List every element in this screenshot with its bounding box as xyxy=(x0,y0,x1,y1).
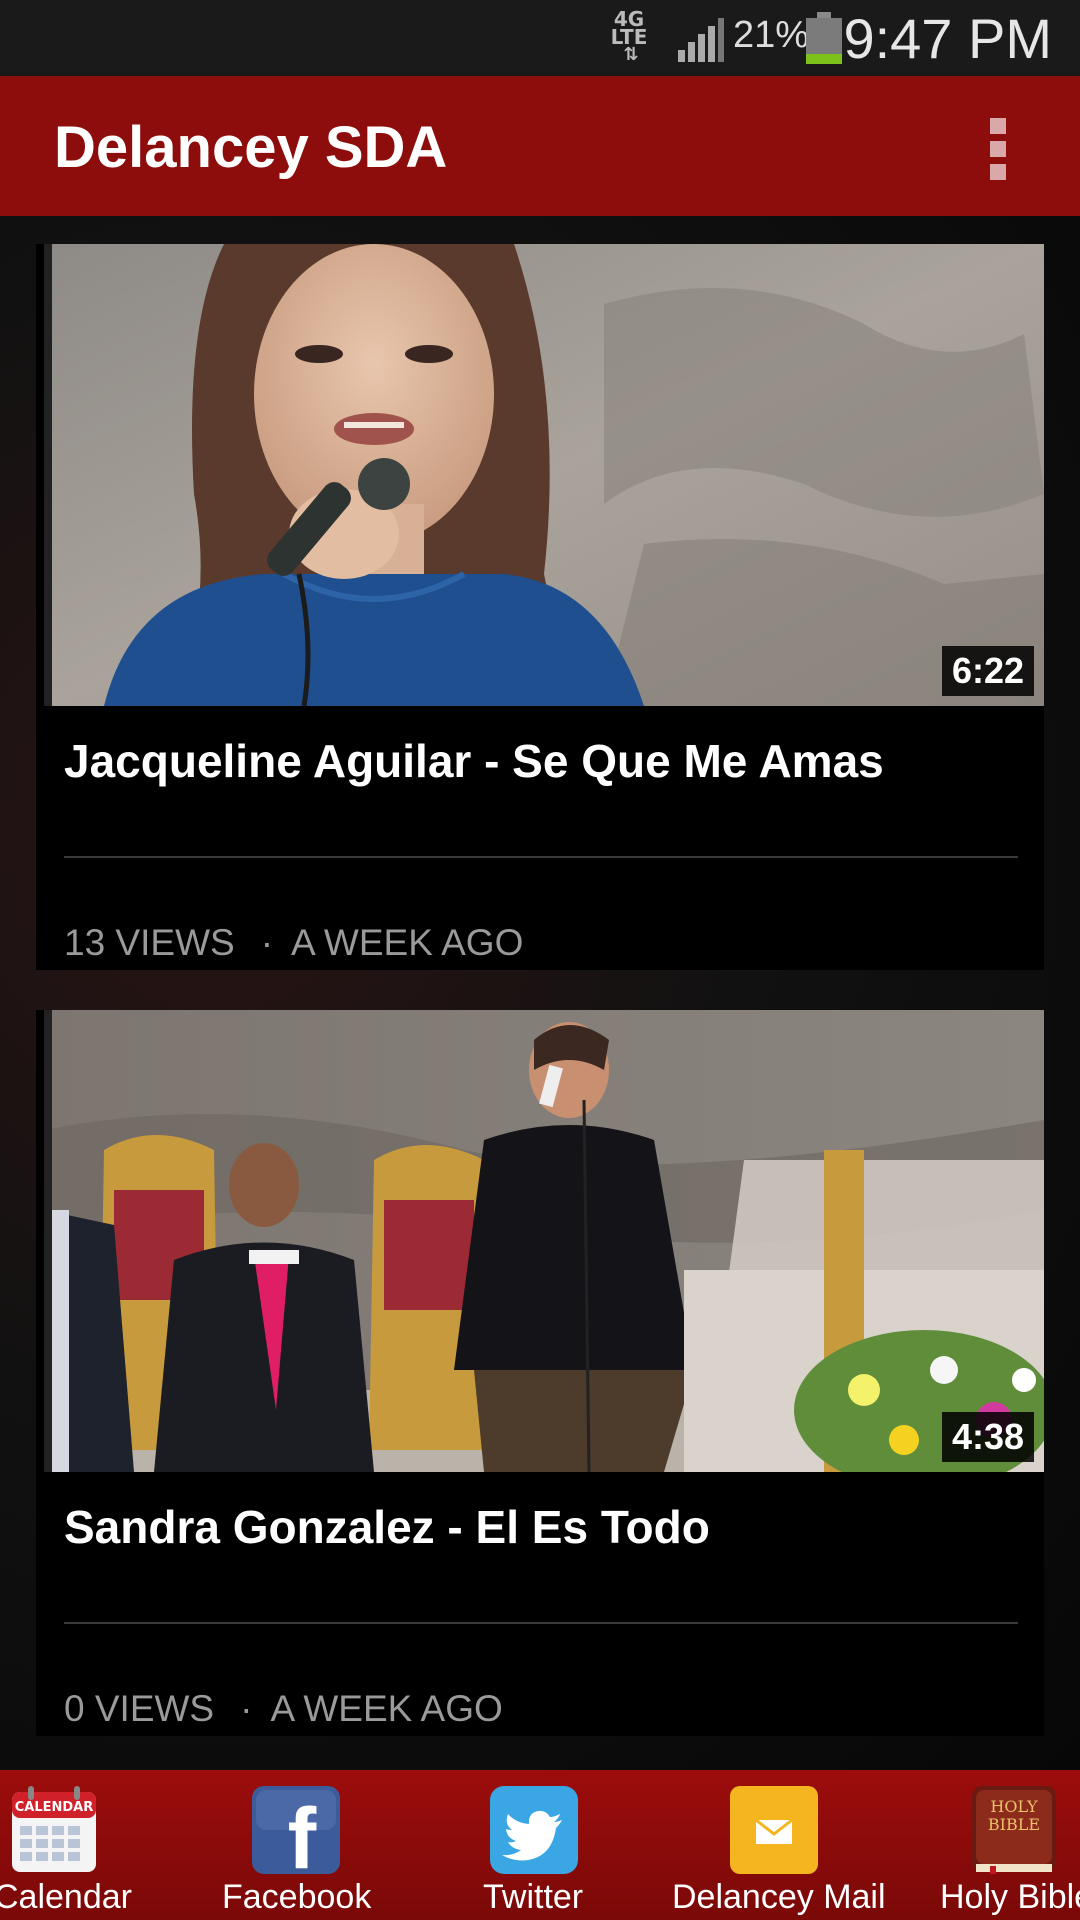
divider xyxy=(64,856,1018,858)
video-card[interactable]: 4:38 Sandra Gonzalez - El Es Todo 0 VIEW… xyxy=(36,1010,1044,1736)
video-thumbnail-image xyxy=(44,1010,1044,1472)
nav-item-holy-bible[interactable]: HOLY BIBLE Holy Bible xyxy=(936,1770,1080,1920)
nav-item-twitter[interactable]: Twitter xyxy=(460,1770,610,1920)
bottom-nav: CALENDAR Calendar f Facebook Twitter Del… xyxy=(0,1770,1080,1920)
bible-icon-text: HOLY BIBLE xyxy=(988,1797,1040,1834)
video-thumbnail-image xyxy=(44,244,1044,706)
video-duration: 4:38 xyxy=(941,1412,1034,1462)
nav-label: Calendar xyxy=(0,1878,132,1916)
meta-separator: · xyxy=(240,1688,253,1729)
nav-label: Facebook xyxy=(222,1878,372,1916)
nav-label: Holy Bible xyxy=(940,1878,1080,1916)
video-title[interactable]: Sandra Gonzalez - El Es Todo xyxy=(64,1500,710,1554)
meta-separator: · xyxy=(260,922,274,963)
twitter-icon xyxy=(490,1786,578,1874)
upload-age: A WEEK AGO xyxy=(291,922,524,963)
calendar-icon-text: CALENDAR xyxy=(15,1800,94,1815)
nav-label: Twitter xyxy=(483,1878,584,1916)
video-list[interactable]: 6:22 Jacqueline Aguilar - Se Que Me Amas… xyxy=(0,216,1080,1770)
facebook-icon: f xyxy=(252,1786,340,1874)
divider xyxy=(64,1622,1018,1624)
view-count: 0 VIEWS xyxy=(64,1688,215,1729)
video-thumbnail[interactable]: 6:22 xyxy=(44,244,1044,706)
video-meta: 13 VIEWS · A WEEK AGO xyxy=(64,922,523,964)
signal-icon xyxy=(678,18,724,62)
status-bar: 4G LTE ⇅ 21% 9:47 PM xyxy=(0,0,1080,76)
video-card[interactable]: 6:22 Jacqueline Aguilar - Se Que Me Amas… xyxy=(36,244,1044,970)
battery-fill xyxy=(806,54,842,64)
battery-icon xyxy=(806,12,842,64)
nav-label: Delancey Mail xyxy=(672,1878,886,1916)
video-meta: 0 VIEWS · A WEEK AGO xyxy=(64,1688,503,1730)
nav-item-facebook[interactable]: f Facebook xyxy=(210,1770,380,1920)
overflow-menu-icon[interactable] xyxy=(986,118,1010,180)
bible-icon: HOLY BIBLE xyxy=(972,1786,1056,1874)
video-duration: 6:22 xyxy=(941,646,1034,696)
video-title[interactable]: Jacqueline Aguilar - Se Que Me Amas xyxy=(64,734,884,788)
network-indicator: 4G LTE ⇅ xyxy=(606,9,652,64)
battery-percent: 21% xyxy=(733,14,810,56)
clock: 9:47 PM xyxy=(843,7,1052,70)
video-thumbnail[interactable]: 4:38 xyxy=(44,1010,1044,1472)
mail-icon xyxy=(730,1786,818,1874)
upload-age: A WEEK AGO xyxy=(270,1688,503,1729)
nav-item-delancey-mail[interactable]: Delancey Mail xyxy=(668,1770,888,1920)
app-title: Delancey SDA xyxy=(54,115,448,180)
view-count: 13 VIEWS xyxy=(64,922,235,963)
calendar-icon: CALENDAR xyxy=(12,1786,96,1872)
app-bar: Delancey SDA xyxy=(0,76,1080,216)
nav-item-calendar[interactable]: CALENDAR Calendar xyxy=(0,1770,170,1920)
facebook-icon-text: f xyxy=(288,1791,317,1874)
